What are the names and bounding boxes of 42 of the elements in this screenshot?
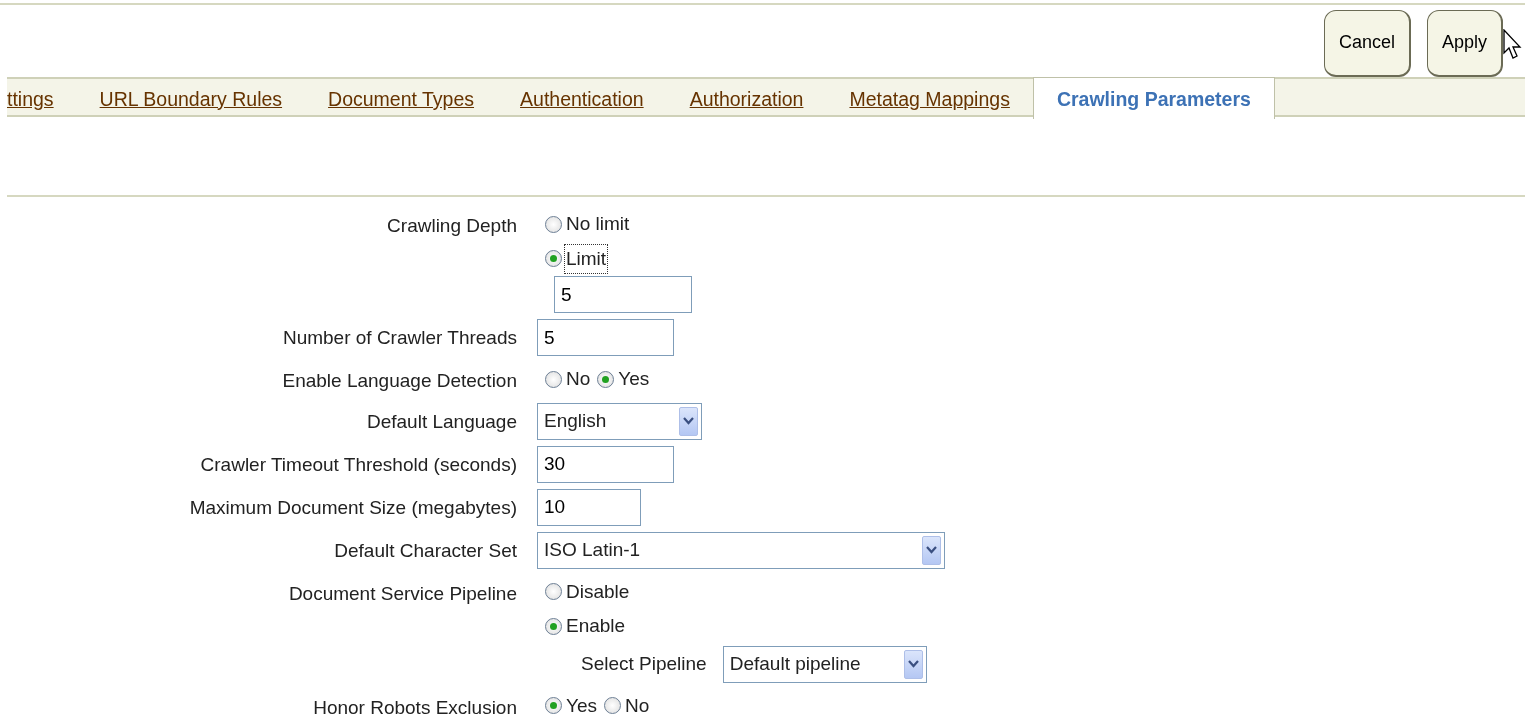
radio-button[interactable] — [545, 617, 562, 635]
radio-label[interactable]: Limit — [565, 244, 608, 273]
field-label: Enable Language Detection — [281, 369, 517, 393]
tab[interactable]: URL Boundary Rules — [76, 79, 306, 115]
field-label: Document Service Pipeline — [287, 581, 517, 606]
radio-button[interactable] — [545, 370, 562, 388]
dropdown-select[interactable]: English — [537, 402, 702, 440]
field-label: Default Language — [366, 409, 517, 434]
tab[interactable]: Crawling Parameters — [1032, 77, 1275, 119]
radio-button[interactable] — [545, 250, 562, 268]
field-label: Honor Robots Exclusion — [312, 695, 517, 720]
cancel-button[interactable]: Cancel — [1323, 10, 1411, 77]
tab[interactable]: Authentication — [497, 79, 667, 115]
radio-button[interactable] — [545, 697, 562, 715]
radio-button[interactable] — [545, 583, 562, 601]
apply-button[interactable]: Apply — [1426, 10, 1503, 77]
field-label: Default Character Set — [333, 538, 517, 563]
radio-label[interactable]: No — [565, 365, 592, 394]
text-field[interactable]: 5 — [554, 276, 692, 313]
field-label: Crawler Timeout Threshold (seconds) — [199, 452, 517, 477]
radio-button[interactable] — [545, 215, 562, 233]
field-label: Number of Crawler Threads — [281, 326, 517, 350]
radio-button[interactable] — [604, 697, 621, 715]
tab[interactable]: Authorization — [666, 79, 827, 115]
radio-button[interactable] — [597, 370, 615, 388]
radio-label[interactable]: No limit — [565, 210, 631, 239]
pipeline-select[interactable]: Default pipeline — [722, 645, 927, 683]
radio-label[interactable]: No — [624, 691, 651, 720]
field-label: Crawling Depth — [386, 214, 517, 238]
field-label: Maximum Document Size (megabytes) — [188, 495, 517, 520]
tab[interactable]: Metatag Mappings — [826, 79, 1033, 115]
tab[interactable]: Document Types — [305, 79, 498, 115]
text-field[interactable]: 5 — [537, 319, 674, 356]
radio-label[interactable]: Yes — [617, 365, 651, 394]
radio-label[interactable]: Disable — [565, 577, 631, 606]
text-field[interactable]: 10 — [537, 488, 641, 526]
field-label: Select Pipeline — [581, 651, 707, 676]
dropdown-select[interactable]: ISO Latin-1 — [537, 531, 945, 569]
tab[interactable]: ttings — [7, 79, 77, 115]
radio-label[interactable]: Enable — [565, 612, 627, 641]
text-field[interactable]: 30 — [537, 445, 674, 483]
radio-label[interactable]: Yes — [565, 691, 598, 720]
